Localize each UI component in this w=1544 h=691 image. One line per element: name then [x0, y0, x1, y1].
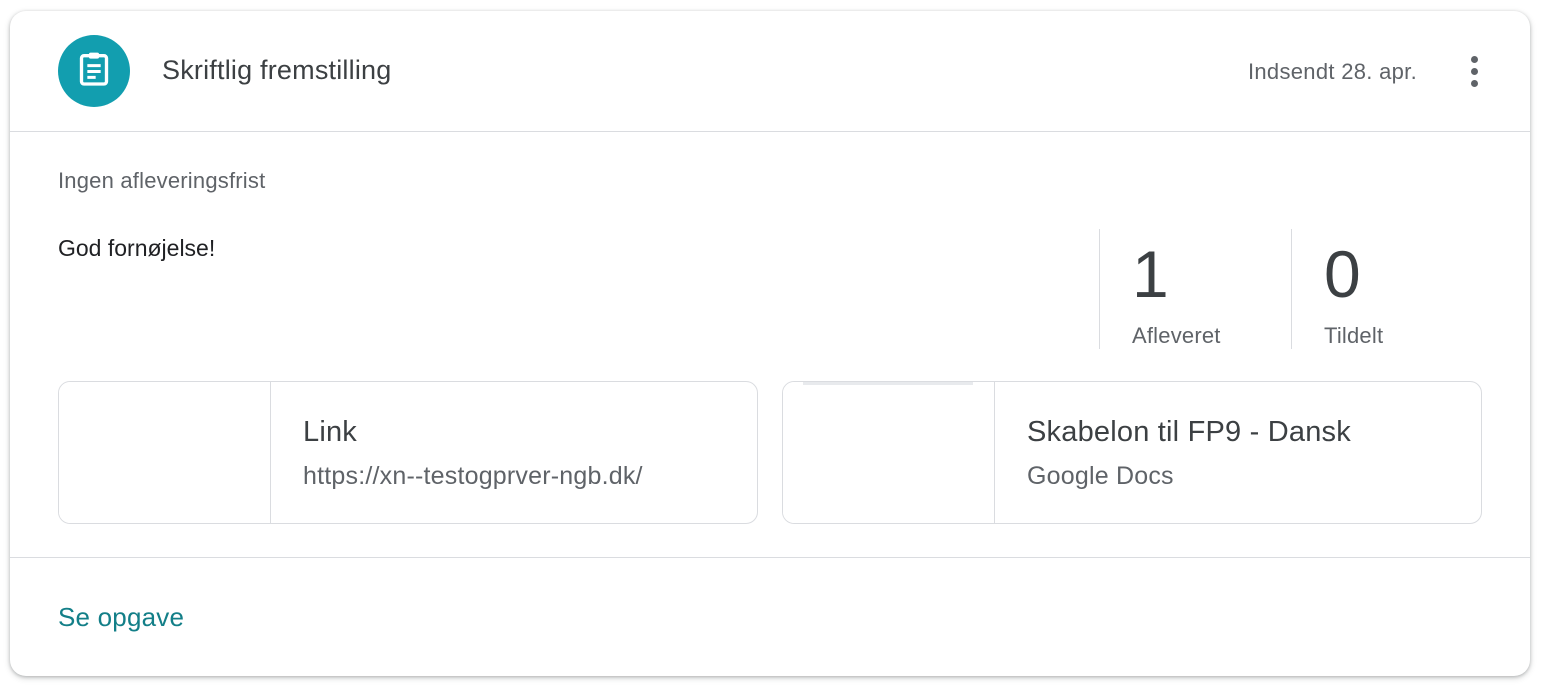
- stat-assigned[interactable]: 0 Tildelt: [1291, 229, 1491, 349]
- stat-turned-in[interactable]: 1 Afleveret: [1099, 229, 1291, 349]
- assignment-title: Skriftlig fremstilling: [162, 55, 392, 85]
- assignment-card: Skriftlig fremstilling Indsendt 28. apr.…: [10, 11, 1530, 676]
- attachment-thumbnail: [59, 382, 271, 523]
- more-options-button[interactable]: [1458, 51, 1490, 91]
- stat-turned-in-count: 1: [1132, 237, 1169, 311]
- attachment-type: Google Docs: [1027, 462, 1174, 490]
- card-footer: Se opgave: [10, 557, 1530, 676]
- deadline-text: Ingen afleveringsfrist: [58, 168, 266, 193]
- attachment-doc[interactable]: Skabelon til FP9 - Dansk Google Docs: [782, 381, 1482, 524]
- stat-assigned-label: Tildelt: [1324, 323, 1384, 348]
- card-header: Skriftlig fremstilling Indsendt 28. apr.: [10, 11, 1530, 132]
- stat-turned-in-label: Afleveret: [1132, 323, 1221, 348]
- attachment-title: Link: [303, 416, 357, 448]
- submitted-date: Indsendt 28. apr.: [1247, 59, 1417, 84]
- assignment-description: God fornøjelse!: [58, 235, 216, 261]
- more-vert-icon: [1470, 55, 1478, 63]
- attachment-thumbnail: [783, 382, 995, 523]
- attachment-link[interactable]: Link https://xn--testogprver-ngb.dk/: [58, 381, 758, 524]
- attachment-url: https://xn--testogprver-ngb.dk/: [303, 462, 643, 490]
- assignment-avatar: [58, 35, 130, 107]
- assignment-icon: [74, 49, 114, 94]
- attachment-title: Skabelon til FP9 - Dansk: [1027, 416, 1351, 448]
- stat-assigned-count: 0: [1324, 237, 1361, 311]
- view-assignment-link[interactable]: Se opgave: [58, 602, 184, 633]
